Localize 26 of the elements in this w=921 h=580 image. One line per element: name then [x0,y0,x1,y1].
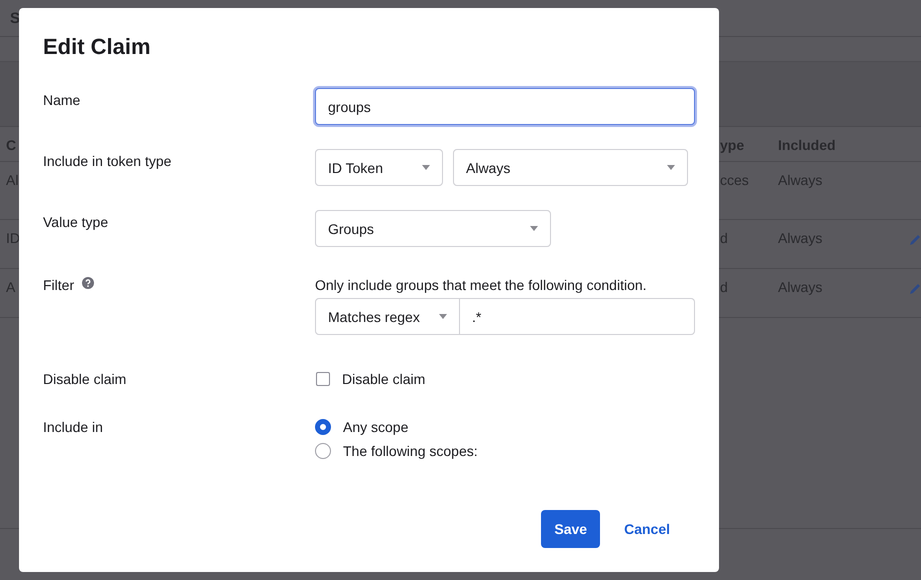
caret-icon [439,314,447,319]
field-label: Include in token type [43,152,172,170]
field-label: Filter [43,276,74,294]
name-field[interactable]: groups [315,88,695,125]
dropdown[interactable]: Groups [315,210,551,247]
field-label: Include in [43,418,103,436]
dropdown[interactable]: ID Token [315,149,443,186]
field-label: Disable claim [43,370,126,388]
checkbox[interactable] [316,372,330,386]
dropdown[interactable]: Always [453,149,688,186]
cancel-button[interactable]: Cancel [612,510,682,548]
help-icon[interactable] [82,277,94,289]
filter-description: Only include groups that meet the following condition. [315,276,648,294]
disable-claim-checkbox[interactable]: Disable claim [315,370,695,388]
scope-radio-option[interactable]: The following scopes: [315,442,695,460]
caret-icon [530,226,538,231]
save-button[interactable]: Save [541,510,600,548]
caret-icon [667,165,675,170]
caret-icon [422,165,430,170]
radio-button[interactable] [315,419,331,435]
regex-field[interactable]: .* [460,298,695,335]
field-label: Name [43,91,80,109]
radio-button[interactable] [315,443,331,459]
scope-radio-option[interactable]: Any scope [315,418,695,436]
operator-dropdown[interactable]: Matches regex [315,298,460,335]
field-label: Value type [43,213,108,231]
